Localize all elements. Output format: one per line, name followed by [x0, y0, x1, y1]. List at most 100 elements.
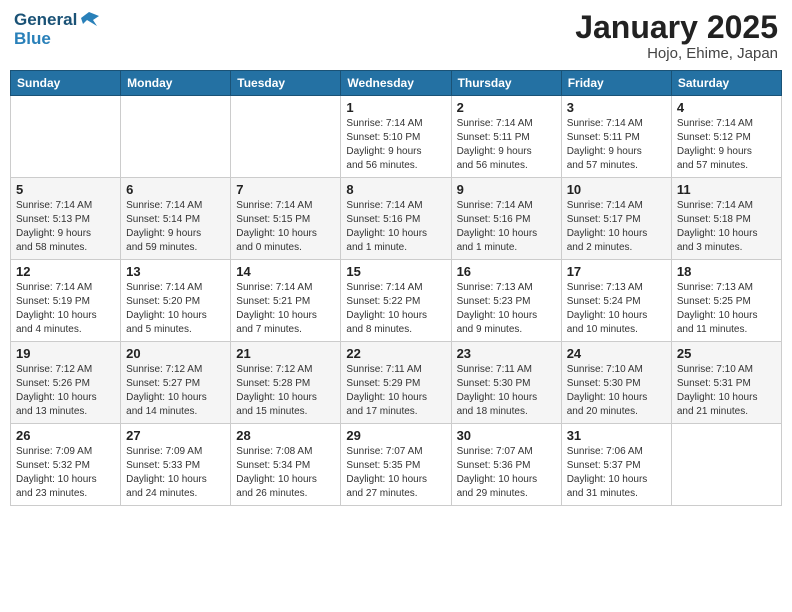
day-info: Sunrise: 7:14 AMSunset: 5:13 PMDaylight:…: [16, 199, 115, 255]
day-info: Sunrise: 7:14 AMSunset: 5:16 PMDaylight:…: [346, 199, 445, 255]
table-row: 2 Sunrise: 7:14 AMSunset: 5:11 PMDaylight…: [451, 96, 561, 178]
day-info: Sunrise: 7:14 AMSunset: 5:17 PMDaylight:…: [567, 199, 666, 255]
day-number: 7: [236, 182, 335, 197]
table-row: 13 Sunrise: 7:14 AMSunset: 5:20 PMDayligh…: [121, 260, 231, 342]
day-number: 24: [567, 346, 666, 361]
day-info: Sunrise: 7:10 AMSunset: 5:30 PMDaylight:…: [567, 363, 666, 419]
header-saturday: Saturday: [671, 71, 781, 96]
calendar-title: January 2025: [575, 10, 778, 45]
day-info: Sunrise: 7:07 AMSunset: 5:35 PMDaylight:…: [346, 445, 445, 501]
day-info: Sunrise: 7:11 AMSunset: 5:29 PMDaylight:…: [346, 363, 445, 419]
table-row: 24 Sunrise: 7:10 AMSunset: 5:30 PMDayligh…: [561, 342, 671, 424]
day-number: 9: [457, 182, 556, 197]
table-row: 19Sunrise: 7:12 AMSunset: 5:26 PMDayligh…: [11, 342, 121, 424]
table-row: 28 Sunrise: 7:08 AMSunset: 5:34 PMDayligh…: [231, 424, 341, 506]
day-number: 28: [236, 428, 335, 443]
page-header: General Blue January 2025 Hojo, Ehime, J…: [10, 10, 782, 62]
table-row: 14Sunrise: 7:14 AMSunset: 5:21 PMDayligh…: [231, 260, 341, 342]
table-row: 27 Sunrise: 7:09 AMSunset: 5:33 PMDayligh…: [121, 424, 231, 506]
logo-blue: Blue: [14, 30, 99, 49]
day-number: 26: [16, 428, 115, 443]
day-info: Sunrise: 7:07 AMSunset: 5:36 PMDaylight:…: [457, 445, 556, 501]
day-number: 20: [126, 346, 225, 361]
calendar-week-row: 12 Sunrise: 7:14 AMSunset: 5:19 PMDayligh…: [11, 260, 782, 342]
day-info: Sunrise: 7:13 AMSunset: 5:23 PMDaylight:…: [457, 281, 556, 337]
table-row: 6Sunrise: 7:14 AMSunset: 5:14 PMDaylight…: [121, 178, 231, 260]
day-info: Sunrise: 7:14 AMSunset: 5:11 PMDaylight:…: [457, 117, 556, 173]
day-number: 21: [236, 346, 335, 361]
day-number: 1: [346, 100, 445, 115]
table-row: 15 Sunrise: 7:14 AMSunset: 5:22 PMDayligh…: [341, 260, 451, 342]
table-row: [671, 424, 781, 506]
day-info: Sunrise: 7:14 AMSunset: 5:22 PMDaylight:…: [346, 281, 445, 337]
header-friday: Friday: [561, 71, 671, 96]
day-info: Sunrise: 7:14 AMSunset: 5:10 PMDaylight:…: [346, 117, 445, 173]
header-thursday: Thursday: [451, 71, 561, 96]
day-info: Sunrise: 7:14 AMSunset: 5:20 PMDaylight:…: [126, 281, 225, 337]
day-info: Sunrise: 7:09 AMSunset: 5:33 PMDaylight:…: [126, 445, 225, 501]
day-number: 27: [126, 428, 225, 443]
day-number: 30: [457, 428, 556, 443]
table-row: 30 Sunrise: 7:07 AMSunset: 5:36 PMDayligh…: [451, 424, 561, 506]
day-number: 16: [457, 264, 556, 279]
calendar-week-row: 26 Sunrise: 7:09 AMSunset: 5:32 PMDayligh…: [11, 424, 782, 506]
day-number: 29: [346, 428, 445, 443]
table-row: 9 Sunrise: 7:14 AMSunset: 5:16 PMDaylight…: [451, 178, 561, 260]
logo-bird-icon: [79, 10, 99, 30]
day-info: Sunrise: 7:13 AMSunset: 5:25 PMDaylight:…: [677, 281, 776, 337]
day-info: Sunrise: 7:12 AMSunset: 5:27 PMDaylight:…: [126, 363, 225, 419]
table-row: 25Sunrise: 7:10 AMSunset: 5:31 PMDayligh…: [671, 342, 781, 424]
day-info: Sunrise: 7:09 AMSunset: 5:32 PMDaylight:…: [16, 445, 115, 501]
day-info: Sunrise: 7:14 AMSunset: 5:11 PMDaylight:…: [567, 117, 666, 173]
calendar-week-row: 5 Sunrise: 7:14 AMSunset: 5:13 PMDaylight…: [11, 178, 782, 260]
table-row: [231, 96, 341, 178]
logo: General Blue: [14, 10, 99, 49]
header-monday: Monday: [121, 71, 231, 96]
day-info: Sunrise: 7:14 AMSunset: 5:19 PMDaylight:…: [16, 281, 115, 337]
table-row: 5 Sunrise: 7:14 AMSunset: 5:13 PMDaylight…: [11, 178, 121, 260]
day-info: Sunrise: 7:14 AMSunset: 5:16 PMDaylight:…: [457, 199, 556, 255]
table-row: 3 Sunrise: 7:14 AMSunset: 5:11 PMDaylight…: [561, 96, 671, 178]
table-row: 1 Sunrise: 7:14 AMSunset: 5:10 PMDaylight…: [341, 96, 451, 178]
day-number: 12: [16, 264, 115, 279]
day-info: Sunrise: 7:12 AMSunset: 5:26 PMDaylight:…: [16, 363, 115, 419]
logo-general: General: [14, 11, 77, 30]
table-row: 17Sunrise: 7:13 AMSunset: 5:24 PMDayligh…: [561, 260, 671, 342]
table-row: 21 Sunrise: 7:12 AMSunset: 5:28 PMDayligh…: [231, 342, 341, 424]
table-row: 29 Sunrise: 7:07 AMSunset: 5:35 PMDayligh…: [341, 424, 451, 506]
table-row: 26 Sunrise: 7:09 AMSunset: 5:32 PMDayligh…: [11, 424, 121, 506]
day-number: 2: [457, 100, 556, 115]
day-number: 5: [16, 182, 115, 197]
day-info: Sunrise: 7:08 AMSunset: 5:34 PMDaylight:…: [236, 445, 335, 501]
day-number: 3: [567, 100, 666, 115]
day-info: Sunrise: 7:10 AMSunset: 5:31 PMDaylight:…: [677, 363, 776, 419]
day-info: Sunrise: 7:14 AMSunset: 5:12 PMDaylight:…: [677, 117, 776, 173]
day-info: Sunrise: 7:14 AMSunset: 5:18 PMDaylight:…: [677, 199, 776, 255]
table-row: 22 Sunrise: 7:11 AMSunset: 5:29 PMDayligh…: [341, 342, 451, 424]
day-number: 23: [457, 346, 556, 361]
title-block: January 2025 Hojo, Ehime, Japan: [575, 10, 778, 62]
day-info: Sunrise: 7:12 AMSunset: 5:28 PMDaylight:…: [236, 363, 335, 419]
header-tuesday: Tuesday: [231, 71, 341, 96]
day-number: 22: [346, 346, 445, 361]
day-number: 10: [567, 182, 666, 197]
calendar-subtitle: Hojo, Ehime, Japan: [575, 45, 778, 62]
calendar-week-row: 1 Sunrise: 7:14 AMSunset: 5:10 PMDaylight…: [11, 96, 782, 178]
day-number: 15: [346, 264, 445, 279]
day-number: 4: [677, 100, 776, 115]
table-row: 11Sunrise: 7:14 AMSunset: 5:18 PMDayligh…: [671, 178, 781, 260]
table-row: 31Sunrise: 7:06 AMSunset: 5:37 PMDayligh…: [561, 424, 671, 506]
table-row: 20 Sunrise: 7:12 AMSunset: 5:27 PMDayligh…: [121, 342, 231, 424]
table-row: 4 Sunrise: 7:14 AMSunset: 5:12 PMDaylight…: [671, 96, 781, 178]
day-info: Sunrise: 7:11 AMSunset: 5:30 PMDaylight:…: [457, 363, 556, 419]
day-info: Sunrise: 7:06 AMSunset: 5:37 PMDaylight:…: [567, 445, 666, 501]
day-info: Sunrise: 7:14 AMSunset: 5:14 PMDaylight:…: [126, 199, 225, 255]
table-row: [121, 96, 231, 178]
table-row: 7Sunrise: 7:14 AMSunset: 5:15 PMDaylight…: [231, 178, 341, 260]
header-wednesday: Wednesday: [341, 71, 451, 96]
day-number: 13: [126, 264, 225, 279]
calendar-header-row: Sunday Monday Tuesday Wednesday Thursday…: [11, 71, 782, 96]
day-number: 14: [236, 264, 335, 279]
table-row: 18Sunrise: 7:13 AMSunset: 5:25 PMDayligh…: [671, 260, 781, 342]
day-number: 8: [346, 182, 445, 197]
